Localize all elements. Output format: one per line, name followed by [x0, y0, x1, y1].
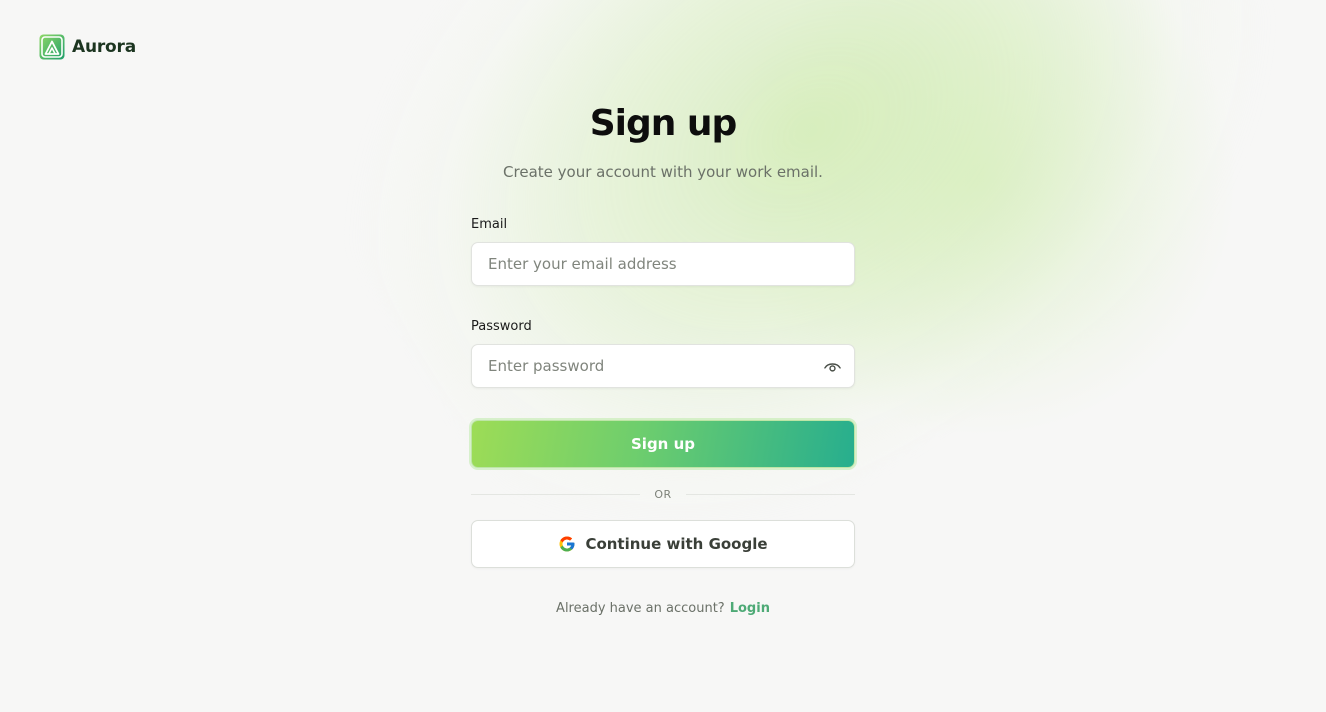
google-signin-button[interactable]: Continue with Google — [471, 520, 855, 568]
google-icon — [559, 536, 575, 552]
google-button-label: Continue with Google — [585, 535, 768, 553]
page: Aurora Sign up Create your account with … — [0, 0, 1326, 712]
email-field-wrapper — [471, 242, 855, 286]
email-label: Email — [471, 217, 508, 232]
brand-logo[interactable]: Aurora — [39, 34, 136, 60]
login-link[interactable]: Login — [730, 601, 770, 616]
eye-icon[interactable] — [823, 358, 842, 375]
signup-form: Sign up Create your account with your wo… — [471, 100, 855, 618]
password-label: Password — [471, 319, 532, 334]
signup-button[interactable]: Sign up — [471, 420, 855, 468]
divider-text: OR — [654, 487, 672, 501]
login-prompt-text: Already have an account? — [556, 601, 725, 616]
divider-line-right — [685, 493, 855, 495]
password-field[interactable] — [472, 345, 854, 387]
aurora-logo-icon — [39, 34, 65, 60]
or-divider: OR — [471, 486, 855, 502]
page-subtitle: Create your account with your work email… — [503, 163, 823, 181]
brand-name: Aurora — [72, 37, 136, 57]
divider-line-left — [471, 493, 641, 495]
login-prompt: Already have an account? Login — [471, 600, 855, 618]
page-title: Sign up — [589, 103, 738, 144]
password-field-wrapper — [471, 344, 855, 388]
email-field[interactable] — [472, 243, 854, 285]
